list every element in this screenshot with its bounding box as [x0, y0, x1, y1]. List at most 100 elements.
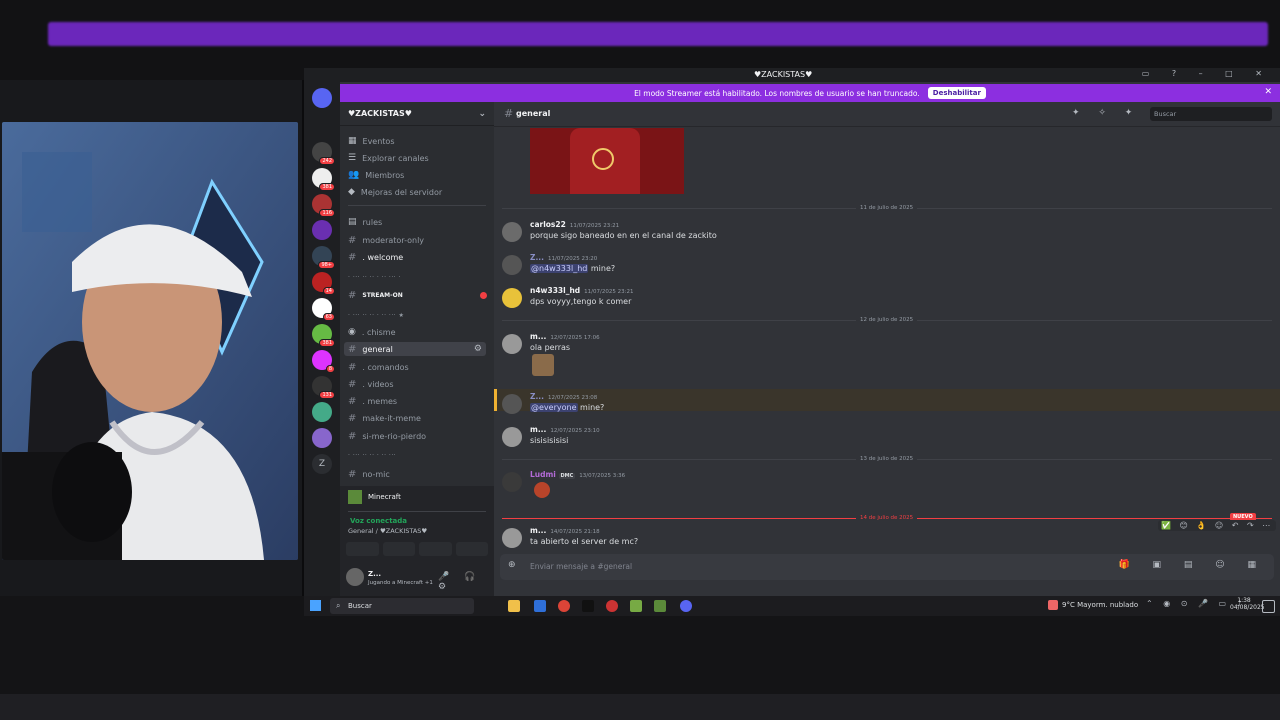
- channel-make-it-meme[interactable]: # make-it-meme: [348, 411, 421, 425]
- avatar[interactable]: [502, 472, 522, 492]
- avatar[interactable]: [502, 334, 522, 354]
- chevron-down-icon[interactable]: ⌄: [478, 109, 486, 119]
- channel-no-mic[interactable]: # no-mic: [348, 467, 390, 481]
- server-icon[interactable]: 381: [312, 324, 335, 347]
- discord-taskbar-icon[interactable]: [680, 600, 692, 612]
- server-icon[interactable]: 63: [312, 298, 335, 321]
- plus-icon[interactable]: ⊕: [508, 560, 516, 570]
- username[interactable]: n4w333l_hd 11/07/2025 23:21: [530, 286, 633, 295]
- camera-off-button[interactable]: [346, 542, 379, 556]
- message-actions[interactable]: ✅ 😊 👌 ☺ ↶ ↷ ⋯: [1158, 520, 1277, 531]
- menu-browse-channels[interactable]: ☰ Explorar canales: [348, 151, 429, 165]
- mention[interactable]: @n4w333l_hd: [530, 264, 589, 273]
- menu-server-boost[interactable]: ◆ Mejoras del servidor: [348, 185, 442, 199]
- screen-share-button[interactable]: [382, 542, 415, 556]
- message-text: dps voyyy,tengo k comer: [530, 297, 632, 306]
- taskbar: ⌕ Buscar 9°C Mayorm. nublado ⌃ ◉ ⊙ 🎤 ▭ ♪…: [304, 596, 1280, 616]
- message-composer[interactable]: ⊕ Enviar mensaje a #general 🎁 ▣ ▤ ☺ ▦: [500, 554, 1274, 580]
- server-icon[interactable]: [312, 428, 332, 448]
- avatar[interactable]: [502, 255, 522, 275]
- composer-tools[interactable]: 🎁 ▣ ▤ ☺ ▦: [1118, 560, 1266, 570]
- channel-stream-on[interactable]: # STREAM-ON: [348, 288, 403, 302]
- avatar[interactable]: [346, 568, 364, 586]
- search-input[interactable]: Buscar: [1150, 107, 1272, 121]
- username[interactable]: Z... 11/07/2025 23:20: [530, 253, 597, 262]
- taskbar-search[interactable]: ⌕ Buscar: [330, 598, 474, 614]
- user-controls[interactable]: 🎤 🎧 ⚙: [438, 572, 494, 592]
- chrome-icon[interactable]: [558, 600, 570, 612]
- server-icon[interactable]: 116: [312, 194, 335, 217]
- title-bar: ♥ZACKISTAS♥ ▭ ? – □ ✕: [304, 68, 1280, 82]
- username[interactable]: carlos22 11/07/2025 23:21: [530, 220, 619, 229]
- hash-icon: #: [348, 343, 357, 355]
- server-icon[interactable]: 242: [312, 142, 335, 165]
- server-icon[interactable]: 131: [312, 376, 335, 399]
- disable-streamer-button[interactable]: Deshabilitar: [927, 87, 986, 99]
- app-icon[interactable]: [630, 600, 642, 612]
- avatar[interactable]: [502, 528, 522, 548]
- server-icon[interactable]: 8: [312, 350, 335, 373]
- windows-start-icon[interactable]: [310, 600, 321, 611]
- webcam-overlay: [2, 122, 298, 560]
- avatar[interactable]: [502, 222, 522, 242]
- menu-members[interactable]: 👥 Miembros: [348, 168, 404, 182]
- store-icon[interactable]: [534, 600, 546, 612]
- channel-memes[interactable]: #. memes: [348, 394, 397, 408]
- channel-moderator-only[interactable]: # moderator-only: [348, 233, 424, 247]
- server-icon[interactable]: [312, 402, 332, 422]
- channel-header: # general ✦ ✧ ✦ ✧ Buscar: [494, 102, 1280, 127]
- username[interactable]: Ludmi DMC 13/07/2025 3:36: [530, 470, 625, 479]
- members-icon: 👥: [348, 170, 360, 180]
- activities-button[interactable]: [419, 542, 452, 556]
- voice-location[interactable]: General / ♥ZACKISTAS♥: [348, 527, 427, 535]
- channel-chisme[interactable]: ◉. chisme: [348, 325, 396, 339]
- username[interactable]: m... 12/07/2025 17:06: [530, 332, 600, 341]
- channel-si-me-rio-pierdo[interactable]: # si-me-rio-pierdo: [348, 429, 426, 443]
- server-icon[interactable]: 381: [312, 168, 335, 191]
- server-header[interactable]: ♥ZACKISTAS♥ ⌄: [340, 102, 494, 126]
- image-attachment[interactable]: [530, 128, 684, 194]
- hash-icon: #: [348, 234, 357, 246]
- search-icon: ⌕: [336, 601, 341, 610]
- username[interactable]: m... 14/07/2025 21:18: [530, 526, 600, 535]
- weather-icon: [1048, 600, 1058, 610]
- username[interactable]: m... 12/07/2025 23:10: [530, 425, 600, 434]
- date-label: 11 de julio de 2025: [856, 205, 918, 211]
- menu-events[interactable]: ▦ Eventos: [348, 134, 395, 148]
- message-text: @everyone mine?: [530, 403, 605, 412]
- weather-text[interactable]: 9°C Mayorm. nublado: [1062, 601, 1138, 609]
- channel-welcome[interactable]: #. welcome: [348, 250, 403, 264]
- server-icon[interactable]: Z: [312, 454, 332, 474]
- message-text: @n4w333l_hd mine?: [530, 264, 616, 273]
- obs-icon[interactable]: [606, 600, 618, 612]
- cat-sticker[interactable]: [532, 354, 554, 376]
- server-icon[interactable]: 98+: [312, 246, 335, 269]
- settings-icon[interactable]: ⚙: [474, 344, 482, 354]
- x-icon[interactable]: [582, 600, 594, 612]
- avatar[interactable]: [502, 427, 522, 447]
- hash-icon: #: [348, 251, 357, 263]
- notification-badge: [480, 292, 487, 299]
- mention-highlight: [497, 389, 1280, 411]
- avatar[interactable]: [502, 394, 522, 414]
- channel-rules[interactable]: ▤ rules: [348, 215, 382, 229]
- minecraft-taskbar-icon[interactable]: [654, 600, 666, 612]
- soundboard-button[interactable]: [455, 542, 488, 556]
- server-icon[interactable]: 14: [312, 272, 335, 295]
- discord-home-icon[interactable]: [312, 88, 332, 108]
- username[interactable]: Z... 12/07/2025 23:08: [530, 392, 597, 401]
- voice-user-panel: Minecraft Voz conectada General / ♥ZACKI…: [340, 486, 494, 596]
- channel-general[interactable]: # general ⚙: [344, 342, 486, 356]
- notifications-icon[interactable]: [1262, 600, 1275, 613]
- channel-videos[interactable]: #. videos: [348, 377, 394, 391]
- window-controls[interactable]: ▭ ? – □ ✕: [1142, 69, 1272, 78]
- mention[interactable]: @everyone: [530, 403, 578, 412]
- close-icon[interactable]: ✕: [1264, 87, 1272, 97]
- avatar[interactable]: [502, 288, 522, 308]
- server-icon[interactable]: [312, 220, 332, 240]
- channel-comandos[interactable]: #. comandos: [348, 360, 409, 374]
- mate-sticker[interactable]: [534, 482, 550, 498]
- category-dots: · ··· ·· ·· · ·· ··· ·: [348, 274, 401, 281]
- clock[interactable]: 1:38 04/08/2025: [1230, 597, 1265, 611]
- file-explorer-icon[interactable]: [508, 600, 520, 612]
